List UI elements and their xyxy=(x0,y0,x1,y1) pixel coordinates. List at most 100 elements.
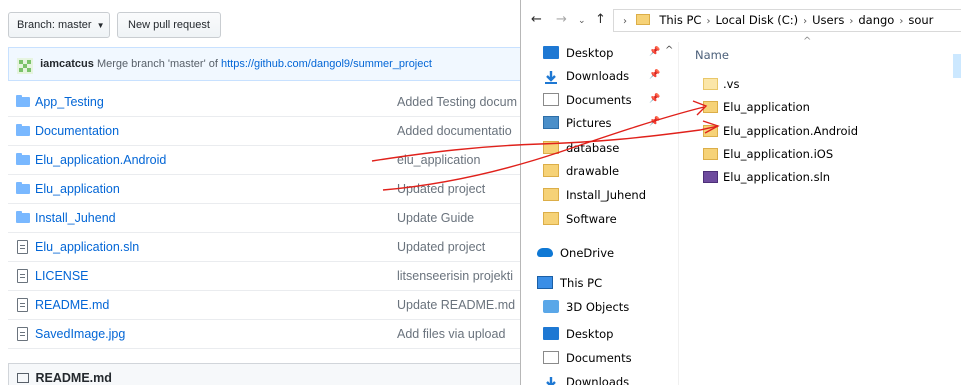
breadcrumb-item[interactable]: sour xyxy=(908,13,933,27)
nav-item-label: 3D Objects xyxy=(566,300,630,314)
sort-caret-icon: ^ xyxy=(803,36,812,47)
file-list-item-label: Elu_application xyxy=(723,100,810,114)
commit-link[interactable]: https://github.com/dangol9/summer_projec… xyxy=(221,58,432,70)
file-name-link[interactable]: SavedImage.jpg xyxy=(35,327,125,341)
pictures-icon xyxy=(543,116,559,129)
commit-message-link[interactable]: Added Testing docum xyxy=(397,95,517,109)
pin-icon[interactable]: 📌 xyxy=(649,47,660,57)
file-name-link[interactable]: Elu_application.Android xyxy=(35,153,166,167)
branch-label: Branch: master xyxy=(17,19,92,31)
nav-item[interactable]: database xyxy=(543,137,619,160)
address-bar[interactable]: › This PC › Local Disk (C:) › Users › dango › so… xyxy=(613,9,961,32)
recent-locations-icon[interactable]: ⌄ xyxy=(578,16,586,26)
nav-item-label: database xyxy=(566,141,620,155)
caret-down-icon: ▼ xyxy=(96,21,105,30)
nav-item-label: Software xyxy=(566,212,617,226)
folder-icon xyxy=(16,95,30,107)
nav-item[interactable]: Install_Juhend xyxy=(543,184,646,207)
nav-item[interactable]: Desktop xyxy=(543,42,613,65)
table-row: LICENSE litsenseerisin projekti xyxy=(8,262,520,291)
chevron-right-icon[interactable]: › xyxy=(899,16,903,27)
nav-item[interactable]: Desktop xyxy=(543,323,613,346)
file-name-link[interactable]: LICENSE xyxy=(35,269,89,283)
nav-item[interactable]: Documents xyxy=(543,347,632,370)
folder-icon xyxy=(543,164,559,177)
file-name-link[interactable]: Documentation xyxy=(35,124,119,138)
commit-message-link[interactable]: Add files via upload xyxy=(397,327,505,341)
nav-item[interactable]: 3D Objects xyxy=(543,296,629,319)
folder-icon xyxy=(703,124,718,137)
column-header-name[interactable]: Name xyxy=(695,48,729,62)
nav-item-label: Downloads xyxy=(566,375,630,385)
file-name-link[interactable]: Install_Juhend xyxy=(35,211,116,225)
breadcrumb: This PC › Local Disk (C:) › Users › dango › sour xyxy=(659,13,933,27)
table-row: Documentation Added documentatio xyxy=(8,117,520,146)
file-list-item[interactable]: Elu_application xyxy=(703,96,810,119)
pin-icon[interactable]: 📌 xyxy=(649,117,660,127)
address-bar-area: ← → ⌄ ↑ › This PC › Local Disk (C:) › Users ›… xyxy=(521,0,961,42)
file-list-item-label: Elu_application.iOS xyxy=(723,147,834,161)
commit-message-link[interactable]: Updated project xyxy=(397,240,485,254)
chevron-right-icon[interactable]: › xyxy=(849,16,853,27)
breadcrumb-item[interactable]: This PC xyxy=(659,13,701,27)
file-explorer-window: ← → ⌄ ↑ › This PC › Local Disk (C:) › Users ›… xyxy=(520,0,961,385)
nav-item-label: Desktop xyxy=(566,46,614,60)
nav-item[interactable]: Documents xyxy=(543,89,632,112)
file-list-item[interactable]: .vs xyxy=(703,73,739,96)
chevron-right-icon[interactable]: › xyxy=(803,16,807,27)
commit-author[interactable]: iamcatcus xyxy=(40,58,94,70)
download-icon xyxy=(543,69,559,84)
branch-select-button[interactable]: Branch: master ▼ xyxy=(8,12,110,38)
table-row: App_Testing Added Testing docum xyxy=(8,88,520,117)
pin-icon[interactable]: 📌 xyxy=(649,70,660,80)
latest-commit-bar: iamcatcus Merge branch 'master' of https… xyxy=(8,47,520,81)
nav-item-label: OneDrive xyxy=(560,246,615,260)
commit-message: Merge branch 'master' of xyxy=(96,58,218,70)
breadcrumb-item[interactable]: dango xyxy=(858,13,894,27)
avatar[interactable] xyxy=(17,55,33,75)
nav-item[interactable]: This PC xyxy=(537,272,602,295)
commit-message-link[interactable]: Update Guide xyxy=(397,211,474,225)
up-arrow-icon[interactable]: ↑ xyxy=(595,12,606,27)
file-list-item[interactable]: Elu_application.iOS xyxy=(703,143,833,166)
pin-icon[interactable]: 📌 xyxy=(649,94,660,104)
file-list-item-label: Elu_application.Android xyxy=(723,124,859,138)
file-name-link[interactable]: Elu_application.sln xyxy=(35,240,139,254)
nav-item[interactable]: Downloads xyxy=(543,65,629,88)
commit-message-link[interactable]: elu_application xyxy=(397,153,480,167)
back-arrow-icon[interactable]: ← xyxy=(531,12,542,27)
commit-message-link[interactable]: Update README.md xyxy=(397,298,515,312)
nav-item[interactable]: drawable xyxy=(543,160,619,183)
nav-item[interactable]: Pictures xyxy=(543,112,612,135)
forward-arrow-icon[interactable]: → xyxy=(556,12,567,27)
breadcrumb-item[interactable]: Local Disk (C:) xyxy=(715,13,798,27)
folder-icon xyxy=(16,211,30,223)
file-list-pane: Name ^ .vs Elu_application Elu_application… xyxy=(678,36,961,385)
breadcrumb-item[interactable]: Users xyxy=(812,13,844,27)
commit-message-link[interactable]: Added documentatio xyxy=(397,124,512,138)
file-list-item[interactable]: Elu_application.sln xyxy=(703,166,830,189)
folder-icon xyxy=(703,147,718,160)
chevron-right-icon[interactable]: › xyxy=(706,16,710,27)
table-row: README.md Update README.md xyxy=(8,291,520,320)
file-name-link[interactable]: App_Testing xyxy=(35,95,104,109)
commit-message-link[interactable]: Updated project xyxy=(397,182,485,196)
nav-item[interactable]: Software xyxy=(543,208,617,231)
table-row: Elu_application Updated project xyxy=(8,175,520,204)
scroll-up-caret-icon[interactable]: ^ xyxy=(665,45,673,56)
pc-icon xyxy=(537,276,553,289)
nav-item[interactable]: OneDrive xyxy=(537,242,614,265)
onedrive-icon xyxy=(537,248,553,257)
nav-item-label: Downloads xyxy=(566,69,630,83)
file-name-link[interactable]: Elu_application xyxy=(35,182,120,196)
new-pull-request-button[interactable]: New pull request xyxy=(117,12,221,38)
file-list-item[interactable]: Elu_application.Android xyxy=(703,120,858,143)
desktop-icon xyxy=(543,327,559,340)
file-table: App_Testing Added Testing docum Documentat… xyxy=(8,88,520,349)
file-name-link[interactable]: README.md xyxy=(35,298,109,312)
nav-item[interactable]: Downloads xyxy=(543,371,629,385)
nav-item-label: This PC xyxy=(560,276,603,290)
nav-item-label: Documents xyxy=(566,93,632,107)
table-row: Elu_application.sln Updated project xyxy=(8,233,520,262)
commit-message-link[interactable]: litsenseerisin projekti xyxy=(397,269,513,283)
